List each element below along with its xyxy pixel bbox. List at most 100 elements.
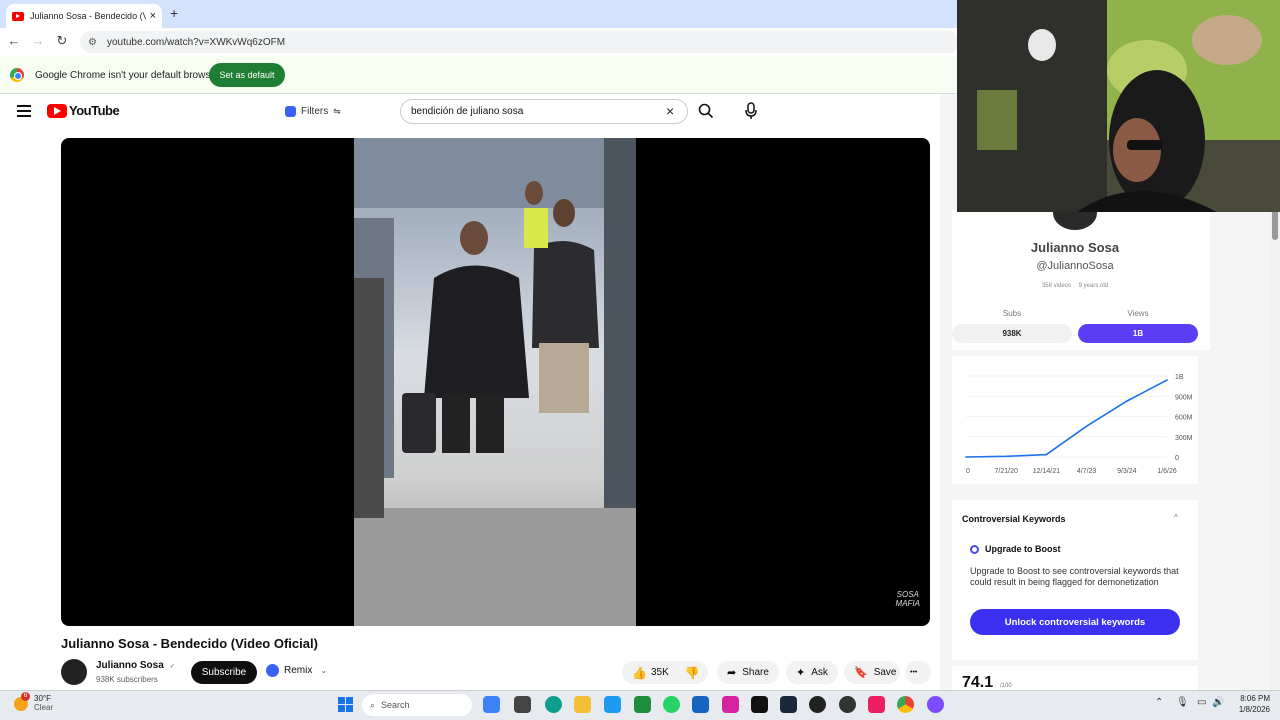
channel-name[interactable]: Julianno Sosa ✓ [96,660,175,671]
taskbar-search[interactable]: ⌕ Search [362,694,472,716]
video-scene [354,138,636,626]
upgrade-description: Upgrade to Boost to see controversial ke… [970,566,1179,587]
youtube-logo[interactable]: YouTube [47,103,120,118]
clock-date: 1/8/2026 [1238,705,1270,714]
save-label: Save [873,667,897,678]
chart-y-tick-label: 600M [1175,415,1193,422]
steam-icon[interactable] [780,696,797,713]
discord-icon[interactable] [927,696,944,713]
weather-widget[interactable]: 6 30°F Clear [14,692,54,712]
panel-channel-handle: @JuliannoSosa [1036,260,1114,272]
menu-icon[interactable] [17,105,31,117]
chart-point [965,456,967,458]
obs-icon[interactable] [809,696,826,713]
subs-tab[interactable]: 938K [952,324,1072,343]
twitter-icon[interactable] [604,696,621,713]
site-info-icon[interactable]: ⚙ [88,37,97,48]
instagram-icon[interactable] [722,696,739,713]
remix-label: Remix [284,665,313,676]
share-button[interactable]: ➦ Share [717,661,779,684]
chart-y-tick-label: 1B [1175,374,1184,381]
video-watermark: SOSA MAFIA [895,590,920,608]
remix-icon [266,664,279,677]
views-tab[interactable]: 1B [1078,324,1198,343]
dislike-icon[interactable]: 👎 [685,666,700,680]
chevron-down-icon[interactable]: ⌄ [320,666,327,675]
tab-title: Julianno Sosa - Bendecido (Vide [30,11,146,21]
like-icon[interactable]: 👍 [632,666,647,680]
tab-close-icon[interactable]: × [150,10,156,22]
like-dislike-group: 👍 35K 👎 [622,661,708,684]
channel-avatar[interactable] [61,659,87,685]
scrollbar-thumb[interactable] [1272,210,1278,240]
volume-icon[interactable]: 🔊 [1212,697,1224,708]
back-icon[interactable]: ← [6,33,22,48]
share-icon: ➦ [727,667,737,679]
unlock-keywords-button[interactable]: Unlock controversial keywords [970,609,1180,635]
copilot-icon[interactable] [483,696,500,713]
clock-time: 8:06 PM [1240,694,1270,703]
chrome-taskbar-icon[interactable] [897,696,914,713]
score-unit: /100 [1000,683,1012,689]
youtube-favicon-icon [12,11,24,21]
chart-x-tick-label: 9/3/24 [1117,468,1137,475]
views-label: Views [1127,309,1149,318]
chart-x-tick-label: 0 [966,468,970,475]
wifi-icon[interactable]: ▭ [1197,697,1206,708]
search-icon[interactable] [698,103,714,119]
forward-icon[interactable]: → [30,33,46,48]
xbox-icon[interactable] [634,696,651,713]
views-chart-card: 1B 900M 600M 300M 0 0 7/21/20 12/14/21 4/7/23 9/3… [952,356,1198,484]
filters-label: Filters [301,105,329,117]
url-text: youtube.com/watch?v=XWKvWq6zOFM [106,36,286,48]
upgrade-heading: Upgrade to Boost [970,544,1061,554]
subscribe-button[interactable]: Subscribe [191,661,257,684]
windows-start-icon[interactable] [338,697,353,712]
weather-sun-icon: 6 [14,692,30,711]
chart-x-tick-label: 12/14/21 [1033,468,1060,475]
remix-button[interactable]: Remix ⌄ [266,664,327,677]
subscriber-count: 938K subscribers [96,675,158,684]
panel-channel-meta: 358 videos 9 years old [952,283,1198,289]
filters-button[interactable]: Filters ⇋ [277,101,349,121]
chart-point [1166,379,1168,381]
tray-chevron-icon[interactable]: ⌃ [1155,697,1163,708]
app-icon[interactable] [839,696,856,713]
chart-x-tick-label: 4/7/23 [1077,468,1097,475]
file-explorer-icon[interactable] [574,696,591,713]
task-view-icon[interactable] [514,696,531,713]
weather-condition: Clear [34,703,54,712]
channel-age: 9 years old [1078,283,1109,289]
whatsapp-icon[interactable] [663,696,680,713]
collapse-chevron-icon[interactable]: ^ [1174,513,1178,522]
chart-point [1005,455,1007,458]
reload-icon[interactable]: ↻ [54,33,70,49]
ask-button[interactable]: ✦ Ask [786,661,838,684]
new-tab-button[interactable]: + [170,5,178,21]
edge-icon[interactable] [545,696,562,713]
search-input[interactable]: bendición de juliano sosa [400,99,688,124]
clear-search-icon[interactable]: × [666,103,674,119]
tiktok-icon[interactable] [751,696,768,713]
chart-point [1085,425,1088,428]
capcut-icon[interactable] [868,696,885,713]
save-button[interactable]: 🔖 Save [844,661,900,684]
webcam-overlay [957,0,1280,212]
chart-point [1045,453,1048,456]
chart-series-line [965,379,1168,458]
youtube-play-icon [47,103,67,118]
system-clock[interactable]: 8:06 PM 1/8/2026 [1226,693,1270,715]
more-actions-button[interactable]: ••• [905,661,931,684]
address-bar[interactable]: ⚙ youtube.com/watch?v=XWKvWq6zOFM [80,31,960,53]
like-count[interactable]: 35K [651,667,669,678]
mic-icon[interactable] [744,102,758,120]
chart-y-tick-label: 0 [1175,455,1179,462]
verified-icon: ✓ [169,663,176,670]
video-player[interactable]: SOSA MAFIA [61,138,930,626]
store-icon[interactable] [692,696,709,713]
share-label: Share [742,667,769,678]
set-as-default-button[interactable]: Set as default [209,63,285,87]
tab-youtube[interactable]: Julianno Sosa - Bendecido (Vide × [6,4,162,28]
chart-x-tick-label: 7/21/20 [995,468,1018,475]
mic-tray-icon[interactable]: 🎙 [1176,697,1189,708]
